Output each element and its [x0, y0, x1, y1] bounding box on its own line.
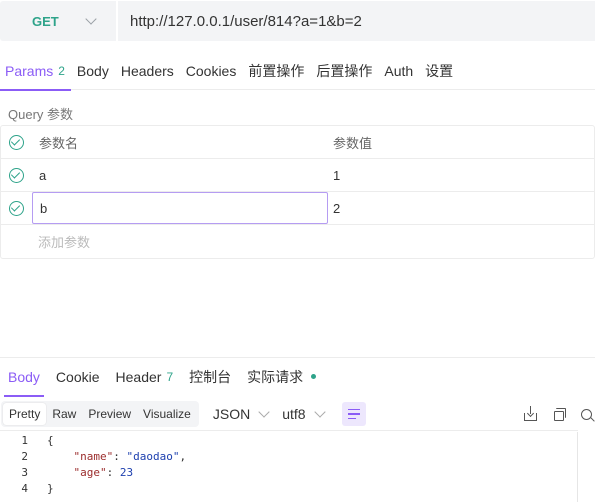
params-count-badge: 2	[58, 63, 65, 78]
wrap-lines-icon-line	[347, 417, 356, 420]
add-param-input[interactable]: 添加参数	[1, 232, 90, 251]
code-text: "name": "daodao",	[73, 449, 187, 463]
code-line: 1 {	[0, 432, 595, 448]
tab-actual-request-label: 实际请求	[247, 368, 304, 385]
chevron-down-icon	[258, 406, 270, 418]
json-key: "name"	[73, 449, 114, 463]
tab-pre-operations[interactable]: 前置操作	[242, 52, 310, 90]
code-line: 4 }	[0, 480, 595, 496]
copy-icon[interactable]	[554, 407, 566, 421]
json-key: "age"	[73, 465, 107, 479]
method-select[interactable]: GET	[0, 1, 116, 41]
code-line: 3 "age": 23	[0, 464, 595, 480]
encoding-select[interactable]: utf8	[282, 406, 326, 422]
wrap-lines-icon-line	[347, 413, 360, 415]
line-number: 2	[21, 449, 28, 463]
format-wrap-button[interactable]	[341, 402, 366, 426]
tab-headers[interactable]: Headers	[115, 52, 180, 90]
mode-preview[interactable]: Preview	[82, 403, 137, 425]
url-input[interactable]: http://127.0.0.1/user/814?a=1&b=2	[116, 1, 595, 41]
tab-params-label: Params	[5, 62, 54, 79]
response-tabs: Body Cookie Header 7 控制台 实际请求	[0, 357, 595, 397]
json-number-value: 23	[119, 465, 134, 479]
line-number: 3	[21, 465, 28, 479]
param-name-input[interactable]: a	[32, 159, 328, 192]
mode-raw[interactable]: Raw	[46, 403, 82, 425]
check-circle-icon	[9, 200, 24, 216]
mode-pretty[interactable]: Pretty	[3, 403, 47, 425]
content-type-select[interactable]: JSON	[212, 406, 270, 422]
code-line: 2 "name": "daodao",	[0, 448, 595, 464]
tab-response-cookie[interactable]: Cookie	[48, 358, 108, 396]
select-all-checkbox[interactable]	[1, 126, 32, 159]
chevron-down-icon	[85, 13, 97, 25]
tab-settings[interactable]: 设置	[419, 52, 459, 90]
param-enable-checkbox[interactable]	[1, 192, 32, 225]
editor-divider	[0, 430, 578, 431]
params-header-row: 参数名 参数值	[1, 126, 594, 159]
param-name-input[interactable]: b	[32, 192, 328, 224]
wrap-lines-icon	[347, 408, 360, 411]
tab-response-header-label: Header	[115, 368, 162, 385]
view-mode-switch: Pretty Raw Preview Visualize	[1, 401, 199, 427]
param-name-header: 参数名	[39, 135, 79, 151]
response-editor[interactable]: 1 { 2 "name": "daodao", 3 "age": 23 4 }	[0, 430, 595, 502]
line-number: 4	[21, 481, 28, 495]
search-icon[interactable]	[581, 408, 592, 420]
tab-response-body[interactable]: Body	[0, 358, 48, 397]
tab-response-header[interactable]: Header 7	[108, 358, 182, 396]
add-param-row: 添加参数	[1, 225, 594, 258]
tab-actual-request[interactable]: 实际请求	[239, 358, 324, 396]
code-text: {	[47, 433, 54, 447]
header-count-badge: 7	[166, 369, 174, 384]
chevron-down-icon	[313, 406, 326, 418]
tab-auth[interactable]: Auth	[378, 52, 419, 90]
param-row: a 1	[1, 159, 594, 192]
json-string-value: "daodao"	[126, 449, 180, 463]
format-toolbar: Pretty Raw Preview Visualize JSON utf8	[0, 400, 595, 428]
url-bar: GET http://127.0.0.1/user/814?a=1&b=2	[0, 0, 595, 42]
status-dot-icon	[311, 374, 317, 379]
param-value-input[interactable]: 2	[328, 192, 594, 225]
tab-cookies[interactable]: Cookies	[180, 52, 243, 90]
request-tabs: Params 2 Body Headers Cookies 前置操作 后置操作 …	[0, 52, 595, 91]
param-enable-checkbox[interactable]	[1, 159, 32, 192]
encoding-value: utf8	[282, 406, 306, 422]
response-tools	[524, 400, 595, 428]
content-type-value: JSON	[212, 406, 251, 422]
tab-post-operations[interactable]: 后置操作	[310, 52, 378, 90]
code-text: "age": 23	[73, 465, 134, 479]
param-value-header: 参数值	[333, 135, 373, 151]
tab-params[interactable]: Params 2	[0, 52, 71, 91]
download-icon[interactable]	[524, 405, 537, 421]
check-circle-icon	[9, 134, 24, 150]
param-row: b 2	[1, 192, 594, 225]
method-label: GET	[32, 13, 59, 29]
query-params-title: Query 参数	[8, 107, 74, 122]
tab-console[interactable]: 控制台	[181, 358, 239, 396]
params-table: 参数名 参数值 a 1 b 2 添加参数	[0, 125, 595, 259]
code-text: }	[47, 481, 54, 495]
tab-body[interactable]: Body	[71, 52, 115, 90]
param-value-input[interactable]: 1	[328, 159, 594, 192]
check-circle-icon	[9, 167, 24, 183]
line-number: 1	[21, 433, 28, 447]
mode-visualize[interactable]: Visualize	[137, 403, 197, 425]
